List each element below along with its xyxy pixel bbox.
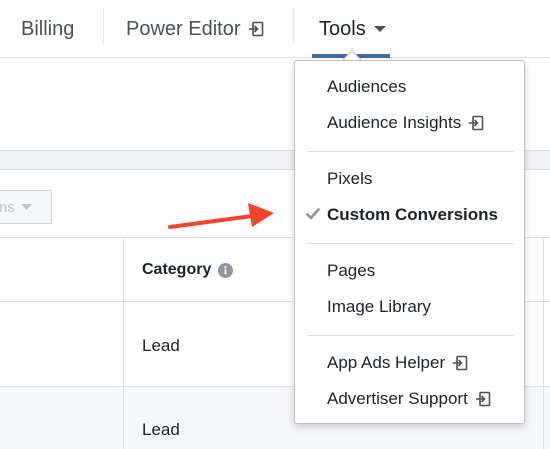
menu-item-label: Audiences — [327, 77, 407, 96]
nav-separator — [293, 8, 294, 44]
columns-dropdown-label: ns — [0, 198, 15, 216]
column-divider — [543, 238, 544, 449]
menu-item-label: Pixels — [327, 169, 373, 188]
ads-manager-screen: Billing Power Editor Tools ns Category L… — [0, 0, 550, 449]
nav-tools[interactable]: Tools — [319, 0, 386, 58]
nav-billing[interactable]: Billing — [21, 0, 74, 58]
external-link-icon — [475, 391, 491, 407]
menu-item-custom-conversions[interactable]: Custom Conversions — [295, 197, 524, 233]
nav-tools-label: Tools — [319, 17, 366, 40]
menu-item-label: Custom Conversions — [327, 205, 498, 224]
nav-power-editor-label: Power Editor — [126, 17, 241, 40]
external-link-icon — [468, 115, 484, 131]
column-divider — [123, 238, 124, 449]
chevron-down-icon — [20, 203, 32, 211]
category-column-header[interactable]: Category — [142, 238, 234, 302]
menu-divider — [307, 243, 514, 244]
menu-item-label: Pages — [327, 261, 376, 280]
nav-separator — [103, 8, 104, 44]
menu-item-label: Audience Insights — [327, 113, 462, 132]
external-link-icon — [248, 21, 264, 37]
nav-power-editor[interactable]: Power Editor — [126, 0, 264, 58]
category-cell: Lead — [142, 336, 180, 355]
menu-item-label: Image Library — [327, 297, 431, 316]
menu-item-label: App Ads Helper — [327, 353, 446, 372]
checkmark-icon — [306, 208, 320, 220]
menu-item-image-library[interactable]: Image Library — [295, 289, 524, 325]
category-header-label: Category — [142, 261, 212, 278]
columns-dropdown-button[interactable]: ns — [0, 190, 52, 224]
category-cell: Lead — [142, 420, 180, 439]
menu-item-advertiser-support[interactable]: Advertiser Support — [295, 381, 524, 417]
menu-divider — [307, 151, 514, 152]
menu-item-audience-insights[interactable]: Audience Insights — [295, 105, 524, 141]
menu-item-app-ads-helper[interactable]: App Ads Helper — [295, 345, 524, 381]
nav-billing-label: Billing — [21, 17, 75, 40]
tools-dropdown-menu: Audiences Audience Insights Pixels Custo… — [294, 60, 525, 424]
annotation-arrow — [168, 203, 274, 229]
menu-item-pages[interactable]: Pages — [295, 253, 524, 289]
external-link-icon — [452, 355, 468, 371]
menu-item-audiences[interactable]: Audiences — [295, 69, 524, 105]
top-nav: Billing Power Editor Tools — [0, 0, 550, 58]
menu-item-label: Advertiser Support — [327, 389, 468, 408]
chevron-down-icon — [373, 25, 386, 33]
menu-divider — [307, 335, 514, 336]
info-icon[interactable] — [218, 262, 234, 278]
menu-item-pixels[interactable]: Pixels — [295, 161, 524, 197]
